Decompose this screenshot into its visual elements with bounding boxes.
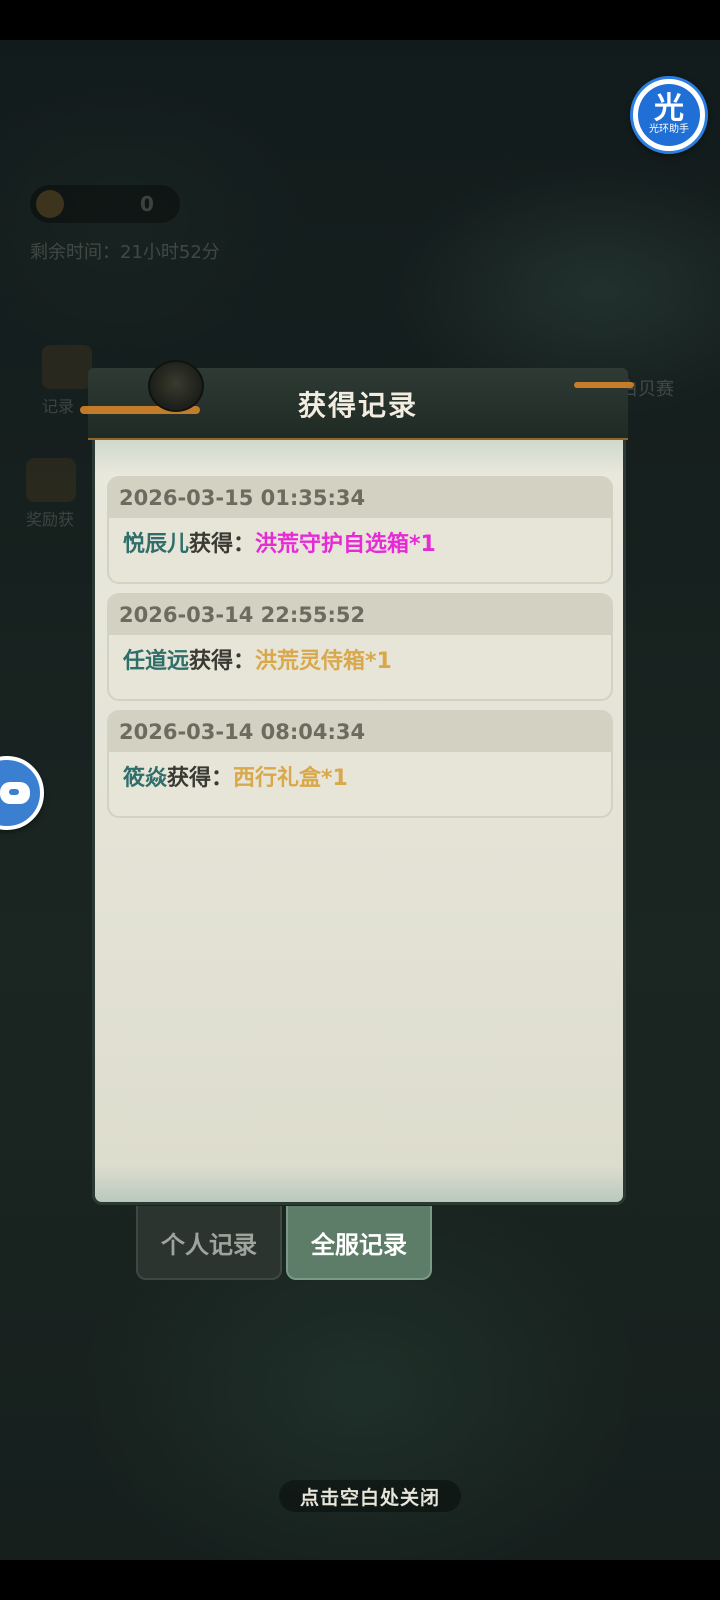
navigation-bar	[0, 1560, 720, 1600]
record-detail: 筱焱获得：西行礼盒*1	[109, 752, 611, 806]
wave-decoration-top	[95, 440, 623, 474]
item-name: 西行礼盒*1	[233, 766, 348, 791]
monkey-emblem-icon	[148, 360, 204, 412]
halo-assistant-button[interactable]: 光 光环助手	[630, 76, 708, 154]
modal-header: 获得记录	[80, 360, 634, 440]
record-card: 2026-03-15 01:35:34 悦辰儿获得：洪荒守护自选箱*1	[107, 476, 613, 584]
player-name: 筱焱	[123, 766, 168, 791]
records-panel: 2026-03-15 01:35:34 悦辰儿获得：洪荒守护自选箱*1 2026…	[92, 440, 626, 1205]
gamepad-icon	[0, 782, 30, 804]
status-bar	[0, 0, 720, 40]
wave-decoration-bottom	[95, 1166, 623, 1202]
record-tabs: 个人记录 全服记录	[136, 1206, 436, 1280]
player-name: 悦辰儿	[123, 532, 190, 557]
record-detail: 悦辰儿获得：洪荒守护自选箱*1	[109, 518, 611, 572]
got-text: 获得：	[167, 766, 234, 791]
halo-label: 光环助手	[649, 124, 689, 135]
record-time: 2026-03-14 08:04:34	[109, 712, 611, 752]
item-name: 洪荒守护自选箱*1	[255, 532, 436, 557]
player-name: 任道远	[123, 649, 190, 674]
modal-title: 获得记录	[297, 389, 418, 422]
got-text: 获得：	[189, 649, 256, 674]
tab-personal-records[interactable]: 个人记录	[136, 1206, 282, 1280]
record-time: 2026-03-14 22:55:52	[109, 595, 611, 635]
close-hint[interactable]: 点击空白处关闭	[279, 1480, 461, 1512]
record-list: 2026-03-15 01:35:34 悦辰儿获得：洪荒守护自选箱*1 2026…	[107, 476, 613, 827]
record-detail: 任道远获得：洪荒灵侍箱*1	[109, 635, 611, 689]
item-name: 洪荒灵侍箱*1	[255, 649, 392, 674]
got-text: 获得：	[189, 532, 256, 557]
record-time: 2026-03-15 01:35:34	[109, 478, 611, 518]
record-card: 2026-03-14 08:04:34 筱焱获得：西行礼盒*1	[107, 710, 613, 818]
tab-server-records[interactable]: 全服记录	[286, 1206, 432, 1280]
halo-assistant-icon: 光 光环助手	[638, 84, 700, 146]
halo-glyph: 光	[654, 91, 684, 126]
record-card: 2026-03-14 22:55:52 任道远获得：洪荒灵侍箱*1	[107, 593, 613, 701]
